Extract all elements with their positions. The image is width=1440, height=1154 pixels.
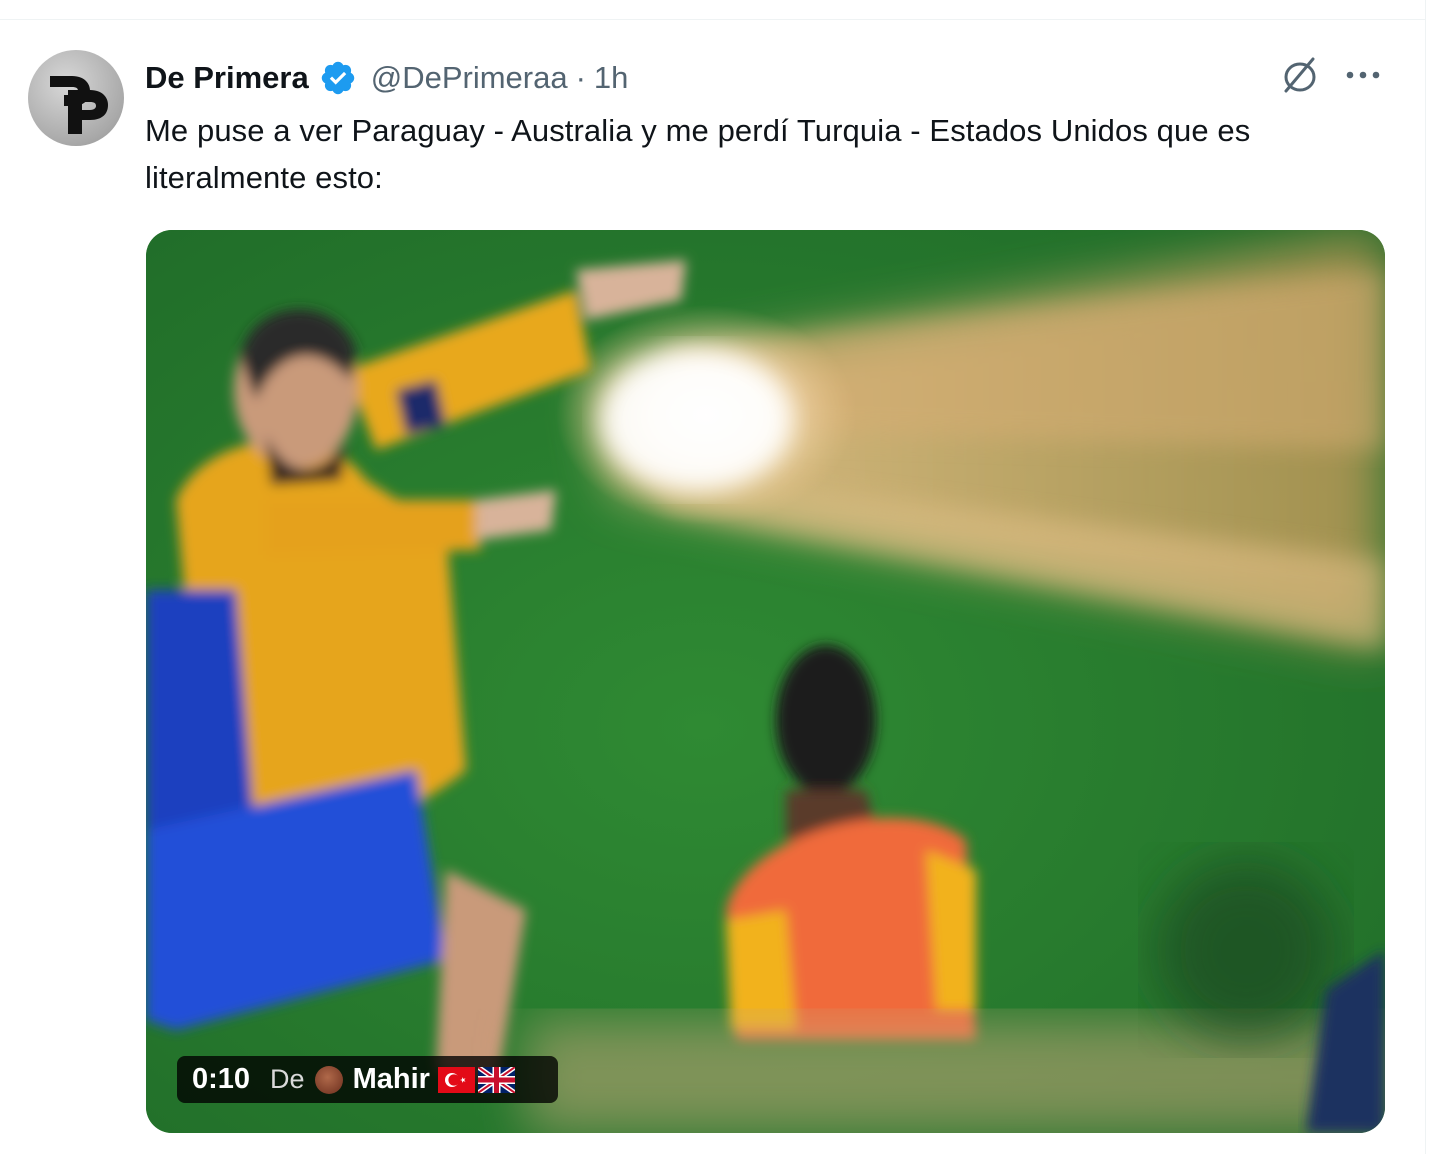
- dp-logo-icon: [50, 76, 108, 134]
- top-divider: [0, 19, 1425, 20]
- tweet-time[interactable]: 1h: [594, 60, 628, 96]
- turkey-flag-icon: [437, 1066, 475, 1093]
- video-frame-image: [146, 230, 1385, 1133]
- right-divider: [1425, 0, 1426, 1154]
- grok-icon[interactable]: [1278, 53, 1322, 97]
- source-avatar-icon[interactable]: [314, 1065, 343, 1094]
- author-display-name[interactable]: De Primera: [145, 60, 309, 96]
- tweet-video[interactable]: [146, 230, 1385, 1133]
- author-avatar[interactable]: [28, 50, 124, 146]
- header-separator: ·: [575, 60, 586, 95]
- tweet-header: De Primera @DePrimeraa · 1h: [145, 56, 628, 100]
- uk-flag-icon: [477, 1066, 515, 1093]
- video-source-name[interactable]: Mahir: [353, 1063, 430, 1096]
- tweet-text: Me puse a ver Paraguay - Australia y me …: [145, 113, 1251, 195]
- verified-badge-icon: [319, 59, 357, 97]
- video-timestamp: 0:10: [192, 1063, 251, 1095]
- video-info-overlay: 0:10 De Mahir: [177, 1056, 558, 1103]
- author-handle[interactable]: @DePrimeraa: [371, 60, 568, 96]
- more-options-icon[interactable]: [1342, 62, 1386, 88]
- video-from-label: De: [270, 1064, 305, 1094]
